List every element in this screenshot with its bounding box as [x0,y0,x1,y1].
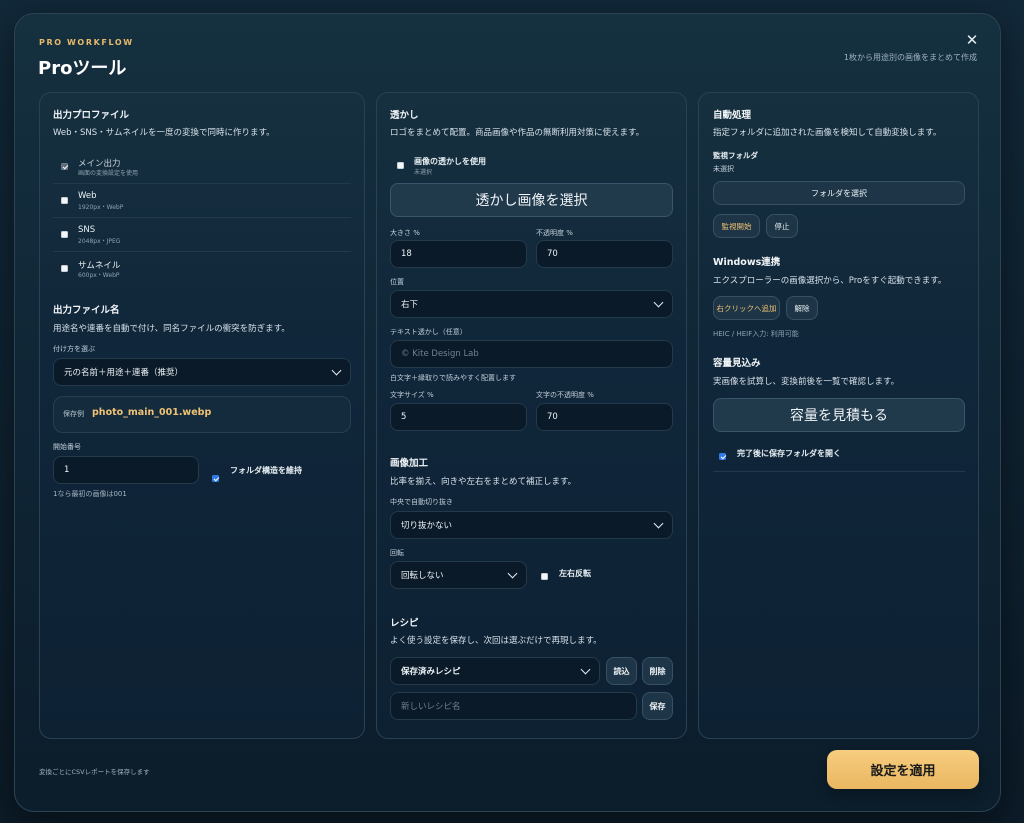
text-watermark-hint: 白文字＋縁取りで読みやすく配置します [390,374,516,382]
example-value: photo_main_001.webp [92,407,212,418]
add-context-menu-button[interactable]: 右クリックへ追加 [713,296,780,320]
windows-description: エクスプローラーの画像選択から、Proをすぐ起動できます。 [713,276,947,286]
font-size-input[interactable]: 5 [390,403,527,431]
text-opacity-input[interactable]: 70 [536,403,673,431]
output-panel: 出力プロファイル Web・SNS・サムネイルを一度の変換で同時に作ります。 メイ… [39,92,365,739]
profile-sns-checkbox[interactable] [61,231,68,238]
rotate-value: 回転しない [401,571,444,581]
automation-panel: 自動処理 指定フォルダに追加された画像を検知して自動変換します。 監視フォルダ … [698,92,979,739]
estimate-size-button[interactable]: 容量を見積もる [713,398,965,432]
divider [53,217,351,218]
start-number-label: 開始番号 [53,443,81,451]
select-folder-button[interactable]: フォルダを選択 [713,181,965,205]
open-folder-label: 完了後に保存フォルダを開く [737,449,841,458]
filename-description: 用途名や連番を自動で付け、同名ファイルの衝突を防ぎます。 [53,324,290,334]
profile-item-sub: 600px・WebP [78,272,120,279]
auto-description: 指定フォルダに追加された画像を検知して自動変換します。 [713,128,942,138]
dialog-subtitle: 1枚から用途別の画像をまとめて作成 [843,53,977,62]
position-value: 右下 [401,300,419,310]
remove-context-menu-button[interactable]: 解除 [786,296,818,320]
use-watermark-checkbox[interactable] [397,162,404,169]
recipe-select[interactable]: 保存済みレシピ [390,657,600,685]
text-watermark-label: テキスト透かし（任意） [390,328,467,336]
profile-thumbnail-checkbox[interactable] [61,265,68,272]
opacity-input[interactable]: 70 [536,240,673,268]
profile-main-checkbox [61,163,68,170]
flip-label: 左右反転 [559,569,591,578]
size-input[interactable]: 18 [390,240,527,268]
profile-item-sub: 画面の変換設定を使用 [78,170,139,177]
chevron-down-icon [653,518,664,528]
naming-method-value: 元の名前＋用途＋連番（推奨） [64,368,184,378]
chevron-down-icon [331,365,342,375]
text-watermark-input[interactable]: © Kite Design Lab [390,340,673,368]
pro-tools-dialog: PRO WORKFLOW Proツール ✕ 1枚から用途別の画像をまとめて作成 … [14,13,1001,812]
opacity-label: 不透明度 % [536,229,573,237]
keep-structure-label: フォルダ構造を維持 [230,466,302,475]
size-label: 大きさ % [390,229,420,237]
close-icon[interactable]: ✕ [964,32,980,48]
recipe-heading: レシピ [390,618,419,629]
estimate-heading: 容量見込み [713,358,761,369]
example-label: 保存例 [63,410,84,418]
estimate-description: 実画像を試算し、変換前後を一覧で確認します。 [713,377,900,387]
chevron-down-icon [507,568,518,578]
eyebrow: PRO WORKFLOW [39,38,134,47]
position-select[interactable]: 右下 [390,290,673,318]
crop-value: 切り抜かない [401,521,453,531]
watermark-panel: 透かし ロゴをまとめて配置。商品画像や作品の無断利用対策に使えます。 画像の透か… [376,92,687,739]
start-watch-button[interactable]: 監視開始 [713,214,760,238]
watch-folder-label: 監視フォルダ [713,151,758,160]
open-folder-checkbox[interactable] [719,453,726,460]
rotate-label: 回転 [390,549,404,557]
profile-item-sub: 2048px・JPEG [78,238,121,245]
flip-checkbox[interactable] [541,573,548,580]
naming-method-select[interactable]: 元の名前＋用途＋連番（推奨） [53,358,351,386]
crop-label: 中央で自動切り抜き [390,498,453,506]
watermark-description: ロゴをまとめて配置。商品画像や作品の無断利用対策に使えます。 [390,128,645,138]
watermark-heading: 透かし [390,110,419,121]
use-watermark-sub: 未選択 [414,169,433,176]
watch-folder-value: 未選択 [713,165,734,173]
load-recipe-button[interactable]: 読込 [606,657,637,685]
use-watermark-label: 画像の透かしを使用 [414,157,486,166]
dialog-title: Proツール [38,58,127,79]
save-recipe-button[interactable]: 保存 [642,692,673,720]
windows-heading: Windows連携 [713,257,781,268]
recipe-description: よく使う設定を保存し、次回は選ぶだけで再現します。 [390,636,602,646]
rotate-select[interactable]: 回転しない [390,561,527,589]
profile-item-label: SNS [78,225,96,235]
divider [713,471,965,472]
filename-heading: 出力ファイル名 [53,305,120,316]
stop-watch-button[interactable]: 停止 [766,214,798,238]
select-watermark-button[interactable]: 透かし画像を選択 [390,183,673,217]
position-label: 位置 [390,278,404,286]
output-profile-heading: 出力プロファイル [53,110,130,121]
naming-method-label: 付け方を選ぶ [53,345,95,353]
recipe-value: 保存済みレシピ [401,667,461,677]
filename-example-box: 保存例 photo_main_001.webp [53,396,351,433]
profile-item-sub: 1920px・WebP [78,204,124,211]
divider [53,183,351,184]
profile-web-checkbox[interactable] [61,197,68,204]
keep-structure-checkbox[interactable] [212,475,219,482]
start-number-hint: 1なら最初の画像は001 [53,490,127,498]
footer-note: 変換ごとにCSVレポートを保存します [39,768,150,776]
chevron-down-icon [580,664,591,674]
text-opacity-label: 文字の不透明度 % [536,391,594,399]
output-profile-description: Web・SNS・サムネイルを一度の変換で同時に作ります。 [53,128,275,138]
chevron-down-icon [653,297,664,307]
start-number-input[interactable]: 1 [53,456,199,484]
image-processing-description: 比率を揃え、向きや左右をまとめて補正します。 [390,477,577,487]
profile-item-label: Web [78,191,97,201]
image-processing-heading: 画像加工 [390,458,429,469]
auto-heading: 自動処理 [713,110,752,121]
divider [53,251,351,252]
delete-recipe-button[interactable]: 削除 [642,657,673,685]
recipe-name-input[interactable]: 新しいレシピ名 [390,692,637,720]
heic-note: HEIC / HEIF入力: 利用可能 [713,330,799,338]
crop-select[interactable]: 切り抜かない [390,511,673,539]
font-size-label: 文字サイズ % [390,391,434,399]
apply-settings-button[interactable]: 設定を適用 [827,750,979,789]
